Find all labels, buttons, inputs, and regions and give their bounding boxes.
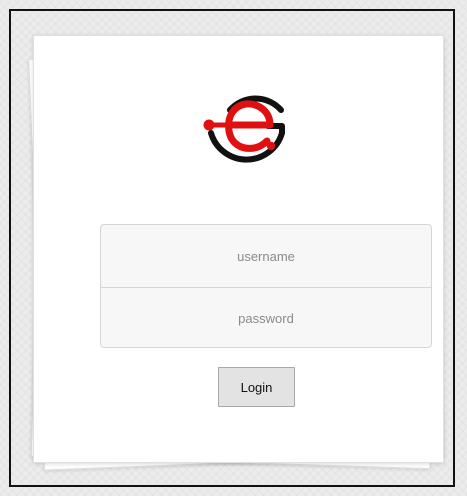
login-fields-box <box>100 224 432 349</box>
login-button[interactable]: Login <box>218 367 295 407</box>
password-input[interactable] <box>101 287 431 349</box>
logo-right-dot <box>266 141 276 151</box>
logo-left-dot <box>203 119 215 131</box>
login-window-frame: Login <box>9 9 455 487</box>
eg-logo-icon <box>203 95 285 163</box>
login-card: Login <box>33 35 444 463</box>
username-input[interactable] <box>101 225 431 287</box>
